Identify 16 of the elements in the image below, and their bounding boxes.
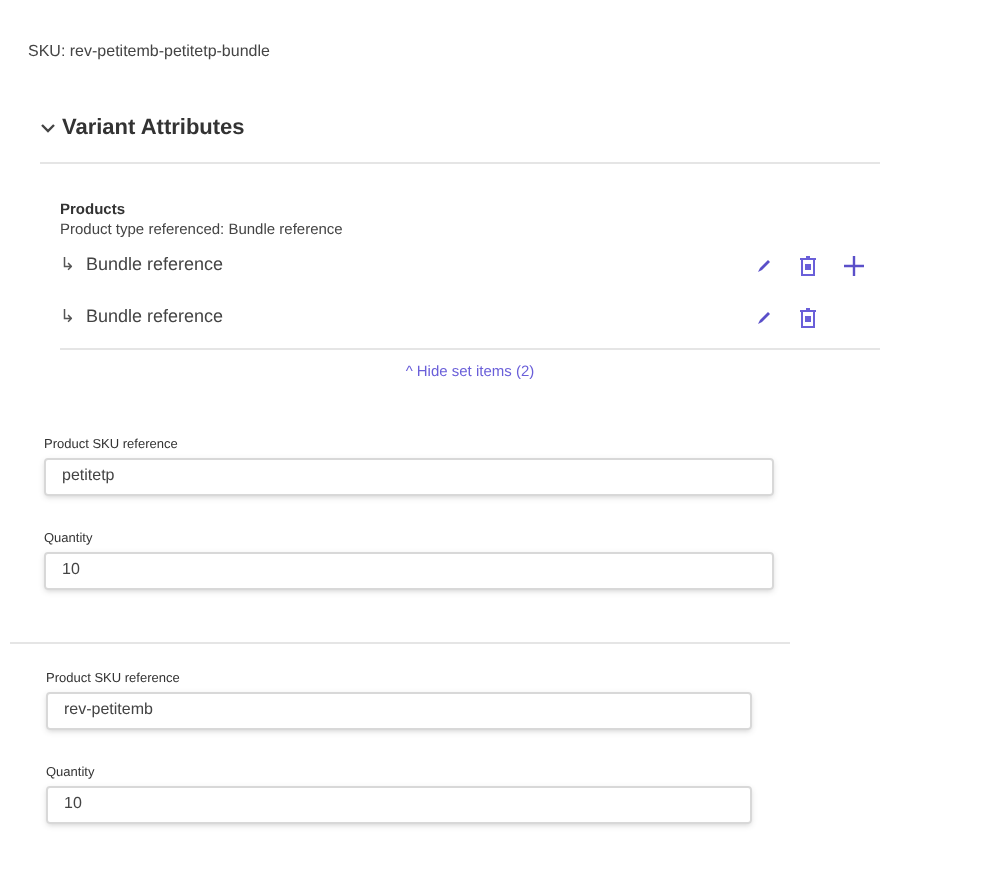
input-field[interactable]: 10 — [44, 551, 774, 590]
input-field[interactable]: petitetp — [44, 457, 774, 496]
trash-icon[interactable] — [800, 255, 816, 275]
input-field[interactable]: 10 — [46, 785, 752, 824]
section-title: Variant Attributes — [62, 114, 245, 144]
sub-item-arrow: ↳ — [60, 303, 78, 330]
sku-text: SKU: rev-petitemb-petitetp-bundle — [28, 42, 270, 60]
chevron-icon[interactable] — [40, 120, 56, 137]
input-field[interactable]: rev-petitemb — [46, 691, 752, 730]
pencil-icon[interactable] — [756, 257, 772, 273]
item-label: Bundle reference — [86, 303, 224, 330]
item-label: Bundle reference — [86, 251, 224, 278]
pencil-icon[interactable] — [756, 309, 772, 325]
trash-icon[interactable] — [800, 307, 816, 327]
sub-item-arrow: ↳ — [60, 251, 78, 278]
plus-icon[interactable] — [844, 255, 864, 275]
